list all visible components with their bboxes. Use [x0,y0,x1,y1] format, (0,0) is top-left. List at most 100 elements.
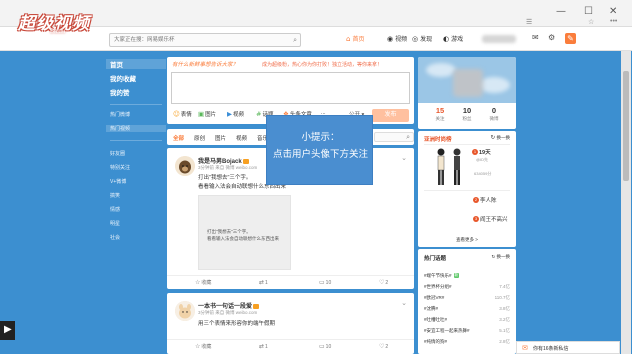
tab-videos[interactable]: 视频 [236,134,247,142]
image-text: 打出"我想去"三个字。 [207,229,251,234]
stat-posts[interactable]: 0 微博 [481,106,507,122]
chevron-down-icon[interactable]: ⌄ [401,299,407,307]
compose-button[interactable]: ✎ [565,33,576,44]
hot-topics-card: 热门话题 ↻ 换一换 #端午节快乐# 新 #世界杯分组# 7.4亿 #欧冠VR# 11… [418,249,516,354]
scrollbar[interactable] [621,51,631,354]
favorite-button[interactable]: ☆收藏 [195,343,211,350]
refresh-button[interactable]: ↻ 换一换 [491,135,510,141]
tab-all[interactable]: 全部 [173,134,184,142]
recommend-item[interactable]: 2 李人陈 [473,196,497,204]
divider [424,144,510,145]
avatar[interactable] [453,69,483,97]
repost-button[interactable]: ⇄1 [259,343,268,350]
avatar[interactable] [175,301,195,321]
stat-followers[interactable]: 10 粉丝 [454,106,480,122]
hot-topic-row[interactable]: #世界杯分组# 7.4亿 [424,284,510,294]
nav-home[interactable]: ⌂ 首页 [346,34,364,43]
nav-game[interactable]: ◐ 游戏 [443,34,463,43]
author-name[interactable]: 我是马男Bojack [198,156,249,165]
sidebar-item-likes[interactable]: 我的赞 [110,87,130,97]
tool-video[interactable]: ▶视频 [227,110,244,118]
minimize-icon[interactable]: — [556,6,566,17]
like-button[interactable]: ♡2 [379,343,388,350]
refresh-label: 换一换 [496,135,511,140]
search-icon[interactable]: ⌕ [293,36,297,45]
refresh-icon: ↻ [491,255,496,260]
sidebar-item-stars[interactable]: 明星 [110,220,120,227]
video-play-button[interactable]: ▶ [0,321,15,340]
search-input[interactable] [110,34,280,46]
favorites-icon[interactable]: ☆ [588,18,594,26]
sidebar-item-favorites[interactable]: 我的收藏 [110,73,136,83]
comment-button[interactable]: ▭10 [319,343,331,350]
search-icon[interactable]: ⌕ [406,133,410,142]
scrollbar-thumb[interactable] [623,71,629,181]
sidebar-item-home[interactable]: 首页 [106,59,166,69]
sidebar-item-society[interactable]: 社会 [110,234,120,241]
repost-button[interactable]: ⇄1 [259,279,268,286]
search-box[interactable]: ⌕ [109,33,301,47]
message-notice[interactable]: ✉ 你有16条新私信 [516,341,620,354]
refresh-button[interactable]: ↻ 换一换 [491,254,510,260]
maximize-icon[interactable]: ☐ [584,6,593,17]
sidebar-item-friends[interactable]: 好友圈 [110,150,125,157]
sidebar-item-hot-video[interactable]: 热门视频 [106,125,166,132]
message-icon[interactable]: ✉ [532,33,539,42]
composer-hint[interactable]: 成为超级粉，热心你为你打败！独立活动，等你来拿！ [262,61,382,68]
tool-image[interactable]: ▣图片 [198,110,216,118]
tool-emoji[interactable]: ☺表情 [173,110,192,118]
sidebar-item-special[interactable]: 特别关注 [110,164,130,171]
sidebar-item-hot-weibo[interactable]: 热门微博 [110,111,130,118]
hot-topic-count: 3.2亿 [499,317,510,322]
sidebar-item-funny[interactable]: 搞笑 [110,192,120,199]
sidebar-item-vplus[interactable]: V+微博 [110,178,126,185]
stat-following[interactable]: 15 关注 [427,106,453,122]
hot-topic-row[interactable]: #吐槽吐吐# 3.2亿 [424,317,510,327]
author-name[interactable]: 一本书一句话一段爱 [198,301,260,310]
sidebar-item-emotion[interactable]: 情感 [110,206,120,213]
action-label: 1 [265,280,268,286]
hot-topic-row[interactable]: #安宜工程一起来热舞# 5.1亿 [424,328,510,338]
hot-topic-row[interactable]: #端午节快乐# 新 [424,273,510,283]
hot-topic-row[interactable]: #欧冠VR# 110.7亿 [424,295,510,305]
reading-icon[interactable]: ☰ [526,18,532,26]
avatar[interactable] [175,156,195,176]
tip-body: 点击用户头像下方关注 [272,149,368,160]
comment-button[interactable]: ▭10 [319,279,331,286]
divider [424,190,510,191]
recommend-item[interactable]: 1 19天 [472,148,491,156]
comment-icon: ▭ [319,279,325,286]
recommend-title: 亚洲时尚榜 [424,137,452,143]
close-icon[interactable]: ✕ [609,6,617,17]
nav-discover[interactable]: ◎ 发现 [412,34,432,43]
favorite-button[interactable]: ☆收藏 [195,279,211,286]
chevron-down-icon[interactable]: ⌄ [401,154,407,162]
rank-badge: 3 [473,216,479,223]
hot-topic-row[interactable]: #沈腾# 3.8亿 [424,306,510,316]
recommend-illustration[interactable] [430,146,468,188]
rank-badge: 2 [473,197,479,204]
topic-icon: # [256,110,262,118]
post-actions: ☆收藏 ⇄1 ▭10 ♡2 [167,275,414,287]
tab-original[interactable]: 原创 [194,134,205,142]
home-icon: ⌂ [346,35,351,43]
publish-button[interactable]: 发布 [372,109,409,122]
post-image[interactable]: 打出"我想去"三个字。 看看输入法会自动联想什么东西出来 [198,195,291,270]
hot-topic-text: #世界杯分组# [424,284,452,289]
hot-topic-row[interactable]: #纯情的狗# 2.8亿 [424,339,510,349]
nav-video[interactable]: ◉ 视频 [387,34,407,43]
tab-images[interactable]: 图片 [215,134,226,142]
tip-overlay: 小提示： 点击用户头像下方关注 [266,115,373,185]
gear-icon[interactable]: ⚙ [548,33,555,42]
feed-search[interactable]: ⌕ [374,132,414,142]
recommend-item[interactable]: 3 阎王不高兴 [473,215,508,223]
post-textarea[interactable] [171,72,410,104]
action-label: 2 [385,344,389,350]
more-icon[interactable]: ••• [610,18,617,25]
username[interactable] [482,35,516,43]
recommend-sub: @ID先 [476,157,489,162]
like-button[interactable]: ♡2 [379,279,388,286]
view-more-link[interactable]: 查看更多 > [418,237,516,243]
hot-topic-text: #端午节快乐# 新 [424,273,460,279]
feed-card: 一本书一句话一段爱 3分钟前 来自 微博 weibo.com ⌄ 用三个表情来形… [167,293,414,354]
